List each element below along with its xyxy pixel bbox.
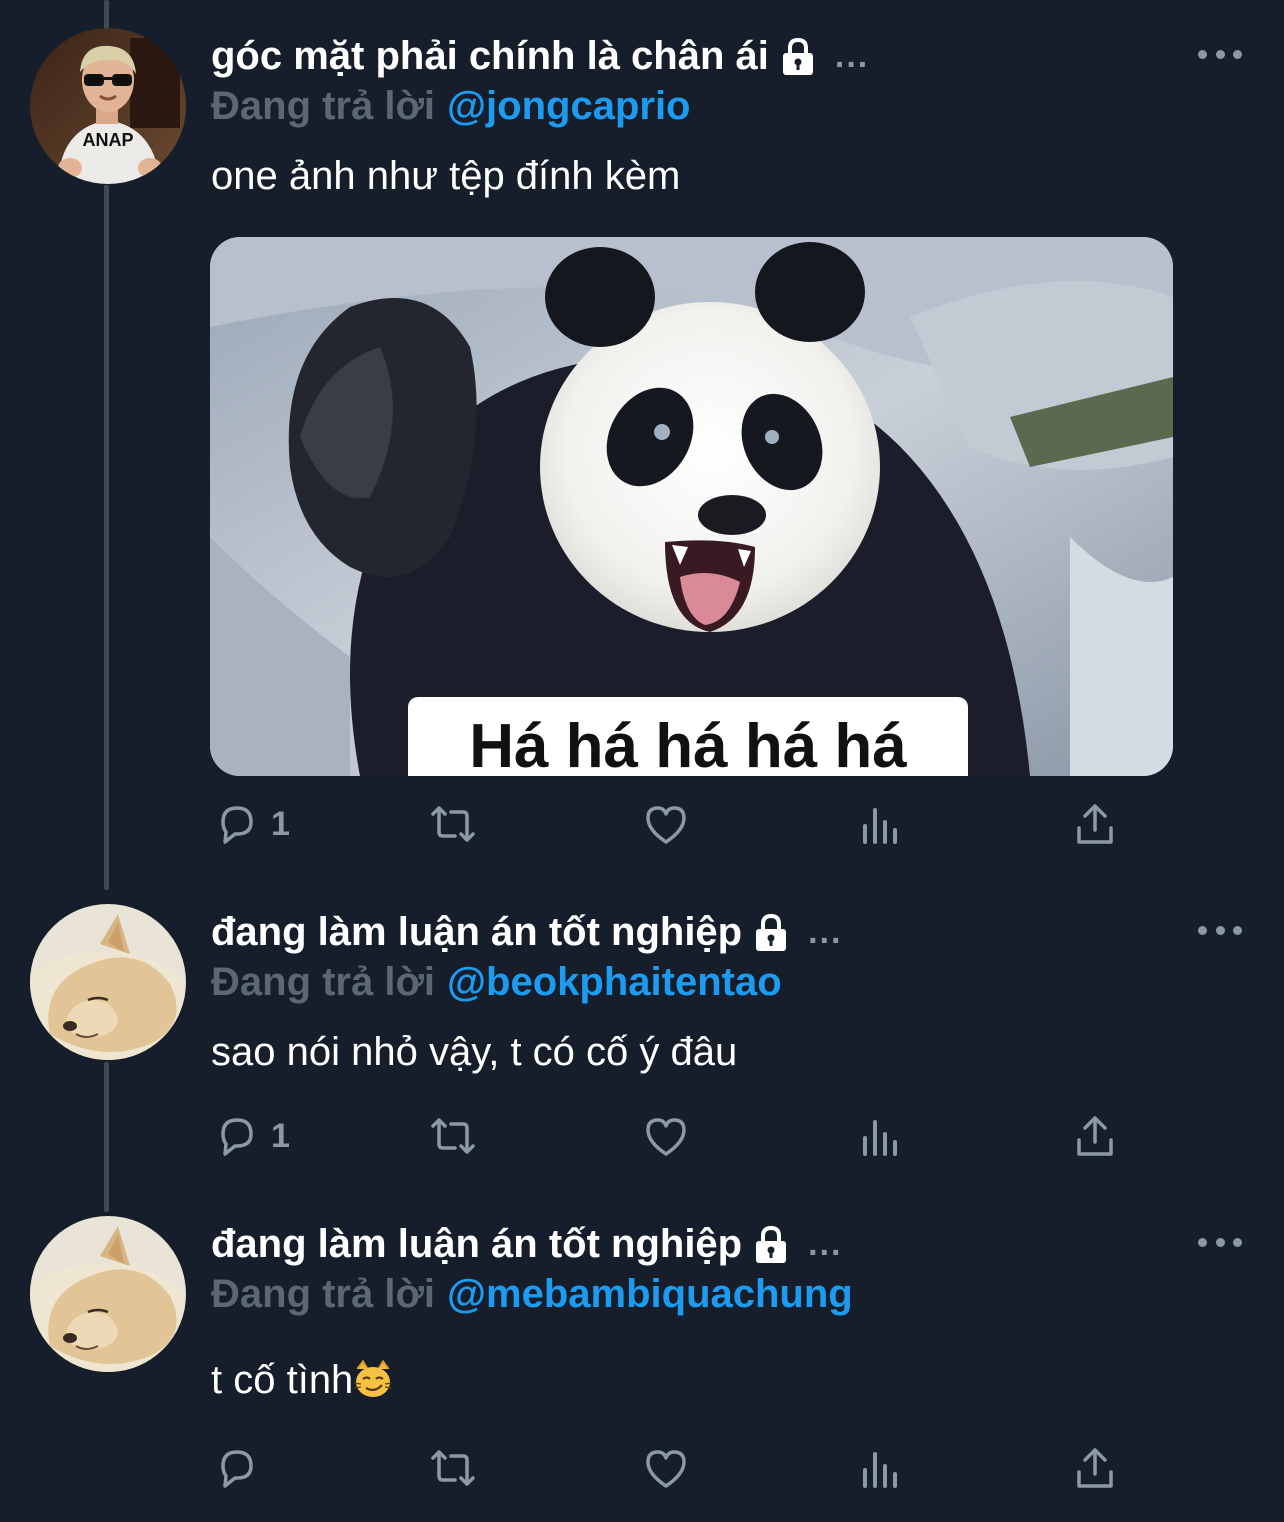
- smirking-cat-emoji: [354, 1359, 393, 1397]
- retweet-icon: [431, 1118, 475, 1154]
- replying-to: Đang trả lời @mebambiquachung: [211, 1272, 853, 1317]
- retweet-button[interactable]: [425, 1444, 481, 1492]
- analytics-icon: [863, 808, 897, 844]
- replying-to-label: Đang trả lời: [211, 1272, 436, 1316]
- media-caption: Há há há há há: [469, 712, 907, 776]
- sleeping-dog-avatar: [30, 1216, 186, 1372]
- more-icon: [1198, 1237, 1207, 1247]
- share-button[interactable]: [1071, 1444, 1119, 1492]
- analytics-button[interactable]: [857, 800, 905, 848]
- share-button[interactable]: [1071, 1112, 1119, 1160]
- share-icon: [1077, 1116, 1113, 1156]
- like-button[interactable]: [642, 1444, 690, 1492]
- reply-icon: [221, 806, 253, 844]
- replying-to: Đang trả lời @jongcaprio: [211, 84, 691, 129]
- more-icon: [1198, 49, 1207, 59]
- display-name[interactable]: đang làm luận án tốt nghiệp: [211, 1222, 742, 1267]
- avatar[interactable]: ANAP: [30, 28, 186, 184]
- laughing-panda-image: Há há há há há: [210, 237, 1173, 776]
- more-icon: [1198, 925, 1207, 935]
- tweet-actions: 1: [0, 800, 1284, 860]
- tweet[interactable]: đang làm luận án tốt nghiệp ... Đang trả…: [0, 880, 1284, 1202]
- analytics-icon: [863, 1452, 897, 1488]
- like-button[interactable]: [642, 800, 690, 848]
- share-button[interactable]: [1071, 800, 1119, 848]
- display-name-row: đang làm luận án tốt nghiệp ...: [211, 1222, 842, 1267]
- tweet-media[interactable]: Há há há há há: [210, 237, 1173, 776]
- more-icon: [1233, 1237, 1242, 1247]
- tweet-actions: 1: [0, 1112, 1284, 1172]
- reply-handle-link[interactable]: @jongcaprio: [447, 84, 690, 128]
- name-ellipsis: ...: [808, 913, 843, 951]
- lock-icon: [756, 1225, 787, 1263]
- more-icon: [1233, 49, 1242, 59]
- retweet-button[interactable]: [425, 800, 481, 848]
- display-name-row: góc mặt phải chính là chân ái ...: [211, 34, 869, 79]
- heart-icon: [646, 1450, 686, 1488]
- avatar[interactable]: [30, 904, 186, 1060]
- heart-icon: [646, 806, 686, 844]
- reply-count: 1: [271, 1116, 290, 1155]
- retweet-icon: [431, 806, 475, 842]
- reply-icon: [221, 1118, 253, 1156]
- svg-text:ANAP: ANAP: [82, 130, 133, 150]
- more-button[interactable]: [1198, 44, 1242, 64]
- more-icon: [1215, 49, 1225, 59]
- reply-button[interactable]: 1: [213, 1112, 290, 1160]
- name-ellipsis: ...: [834, 37, 870, 75]
- retweet-icon: [431, 1450, 475, 1486]
- replying-to-label: Đang trả lời: [211, 84, 436, 128]
- tweet[interactable]: đang làm luận án tốt nghiệp ... Đang trả…: [0, 1192, 1284, 1522]
- name-ellipsis: ...: [808, 1225, 843, 1263]
- analytics-button[interactable]: [857, 1112, 905, 1160]
- more-icon: [1215, 925, 1225, 935]
- more-button[interactable]: [1198, 920, 1242, 940]
- reply-button[interactable]: [213, 1444, 271, 1492]
- lock-icon: [756, 913, 787, 951]
- more-button[interactable]: [1198, 1232, 1242, 1252]
- replying-to-label: Đang trả lời: [211, 960, 436, 1004]
- reply-handle-link[interactable]: @beokphaitentao: [447, 960, 782, 1004]
- display-name[interactable]: góc mặt phải chính là chân ái: [211, 34, 769, 79]
- analytics-button[interactable]: [857, 1444, 905, 1492]
- display-name[interactable]: đang làm luận án tốt nghiệp: [211, 910, 742, 955]
- retweet-button[interactable]: [425, 1112, 481, 1160]
- tweet-text-row: t cố tình: [211, 1358, 393, 1403]
- display-name-row: đang làm luận án tốt nghiệp ...: [211, 910, 842, 955]
- reply-handle-link[interactable]: @mebambiquachung: [447, 1272, 853, 1316]
- reply-count: 1: [271, 804, 290, 843]
- boy-sunglasses-avatar: ANAP: [30, 28, 186, 184]
- tweet-text: sao nói nhỏ vậy, t có cố ý đâu: [211, 1030, 738, 1074]
- tweet-text: one ảnh như tệp đính kèm: [211, 154, 681, 198]
- tweet[interactable]: ANAP góc mặt phải chính là chân ái ... Đ…: [0, 0, 1284, 880]
- analytics-icon: [863, 1120, 897, 1156]
- tweet-text: t cố tình: [211, 1358, 354, 1402]
- avatar[interactable]: [30, 1216, 186, 1372]
- replying-to: Đang trả lời @beokphaitentao: [211, 960, 782, 1005]
- share-icon: [1077, 804, 1113, 844]
- share-icon: [1077, 1448, 1113, 1488]
- reply-button[interactable]: 1: [213, 800, 290, 848]
- like-button[interactable]: [642, 1112, 690, 1160]
- reply-icon: [221, 1450, 253, 1488]
- more-icon: [1215, 1237, 1225, 1247]
- heart-icon: [646, 1118, 686, 1156]
- lock-icon: [782, 37, 813, 75]
- more-icon: [1233, 925, 1242, 935]
- sleeping-dog-avatar: [30, 904, 186, 1060]
- conversation-feed: ANAP góc mặt phải chính là chân ái ... Đ…: [0, 0, 1284, 1522]
- tweet-actions: [0, 1444, 1284, 1504]
